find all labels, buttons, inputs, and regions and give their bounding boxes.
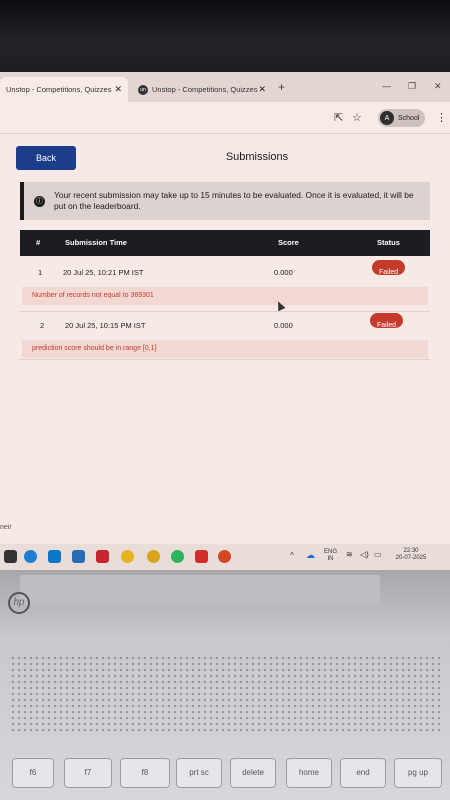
language-indicator[interactable]: ENG IN: [324, 549, 337, 563]
row-divider: [20, 359, 430, 360]
minimize-icon[interactable]: —: [382, 81, 391, 91]
close-icon[interactable]: ✕: [258, 84, 266, 95]
key-label: end: [356, 768, 370, 777]
restore-icon[interactable]: ❐: [408, 81, 416, 92]
date-text: 20-07-2025: [395, 555, 427, 561]
browser-toolbar: ⇱ ☆ A School ⋮: [0, 102, 450, 134]
info-icon: ⓘ: [34, 195, 45, 207]
notice-text: Your recent submission may take up to 15…: [54, 190, 414, 211]
file-explorer-icon[interactable]: [4, 550, 17, 563]
store-icon[interactable]: [72, 550, 85, 563]
powerpoint-icon[interactable]: [218, 550, 231, 563]
key-pg-up[interactable]: pg up: [394, 758, 442, 788]
header-score: Score: [278, 238, 299, 247]
key-f8[interactable]: f8: [120, 758, 170, 788]
key-f7[interactable]: f7: [64, 758, 112, 788]
tab-label: Unstop - Competitions, Quizzes: [6, 85, 112, 94]
mcafee-icon[interactable]: [96, 550, 109, 563]
submission-time: 20 Jul 25, 10:15 PM IST: [65, 321, 146, 330]
acrobat-icon[interactable]: [195, 550, 208, 563]
header-number: #: [36, 238, 41, 247]
score: 0.000: [274, 321, 293, 330]
speaker-grille: [10, 655, 440, 735]
key-label: f8: [141, 768, 149, 777]
key-label: f6: [29, 768, 37, 777]
error-message: Number of records not equal to 369301: [22, 287, 428, 305]
tab-unstop-active[interactable]: Unstop - Competitions, Quizzes ✕: [0, 77, 128, 102]
unstop-favicon-icon: un: [138, 84, 148, 95]
submission-time: 20 Jul 25, 10:21 PM IST: [63, 268, 144, 277]
header-submission-time: Submission Time: [65, 238, 127, 247]
status-badge: Failed: [372, 260, 406, 276]
partial-text: neir: [0, 524, 12, 531]
key-label: f7: [84, 768, 92, 777]
new-tab-button[interactable]: +: [278, 80, 285, 94]
key-label: prt sc: [189, 768, 209, 777]
browser-tab-bar: Unstop - Competitions, Quizzes ✕ un Unst…: [0, 72, 450, 102]
lang-top: ENG: [324, 549, 338, 555]
lang-bottom: IN: [327, 556, 334, 562]
key-label: pg up: [407, 768, 429, 777]
avatar: A: [380, 111, 394, 125]
key-delete[interactable]: delete: [230, 758, 276, 788]
close-icon[interactable]: ✕: [114, 84, 122, 95]
row-number: 1: [38, 268, 43, 277]
onedrive-icon[interactable]: ☁: [306, 551, 315, 560]
more-menu-icon[interactable]: ⋮: [436, 111, 447, 124]
row-divider: [20, 311, 430, 312]
key-end[interactable]: end: [340, 758, 386, 788]
key-home[interactable]: home: [286, 758, 332, 788]
laptop-screen: Unstop - Competitions, Quizzes ✕ un Unst…: [0, 72, 450, 570]
whatsapp-icon[interactable]: [171, 550, 184, 563]
hp-logo-icon: hp: [8, 592, 30, 614]
tab-unstop-second[interactable]: un Unstop - Competitions, Quizzes ✕: [132, 77, 272, 102]
laptop-hinge: [20, 575, 380, 605]
key-f6[interactable]: f6: [12, 758, 54, 788]
profile-label: School: [398, 114, 420, 122]
time-text: 22:30: [403, 548, 419, 554]
row-number: 2: [40, 321, 45, 330]
close-window-icon[interactable]: ✕: [434, 81, 442, 92]
volume-icon[interactable]: ◁): [360, 551, 369, 559]
battery-icon[interactable]: ▭: [374, 551, 382, 559]
wifi-icon[interactable]: ≋: [346, 551, 353, 559]
star-icon[interactable]: ☆: [352, 111, 362, 124]
key-label: home: [298, 768, 319, 777]
status-badge: Failed: [370, 313, 404, 329]
tray-caret-icon[interactable]: ^: [290, 552, 294, 560]
info-notice: ⓘ Your recent submission may take up to …: [20, 182, 430, 220]
submissions-page: Back Submissions ⓘ Your recent submissio…: [0, 134, 450, 544]
windows-taskbar: ^ ☁ ENG IN ≋ ◁) ▭ 22:30 20-07-2025: [0, 544, 450, 570]
share-icon[interactable]: ⇱: [334, 111, 343, 124]
key-label: delete: [242, 768, 264, 777]
table-row[interactable]: 1 20 Jul 25, 10:21 PM IST 0.000 Failed: [20, 260, 430, 286]
chrome-icon[interactable]: [121, 550, 134, 563]
score: 0.000: [274, 268, 293, 277]
chrome-profile-icon[interactable]: [147, 550, 160, 563]
table-header: # Submission Time Score Status: [20, 230, 430, 256]
edge-icon[interactable]: [24, 550, 37, 563]
error-message: prediction score should be in range [0,1…: [22, 340, 428, 358]
tab-label: Unstop - Competitions, Quizzes: [152, 85, 258, 94]
page-title: Submissions: [225, 151, 289, 163]
profile-button[interactable]: A School: [378, 109, 426, 127]
app-icon[interactable]: [48, 550, 61, 563]
table-row[interactable]: 2 20 Jul 25, 10:15 PM IST 0.000 Failed: [20, 313, 430, 339]
laptop-bezel: [0, 0, 450, 72]
header-status: Status: [377, 238, 400, 247]
clock[interactable]: 22:30 20-07-2025: [386, 548, 436, 562]
key-prt-sc[interactable]: prt sc: [176, 758, 222, 788]
